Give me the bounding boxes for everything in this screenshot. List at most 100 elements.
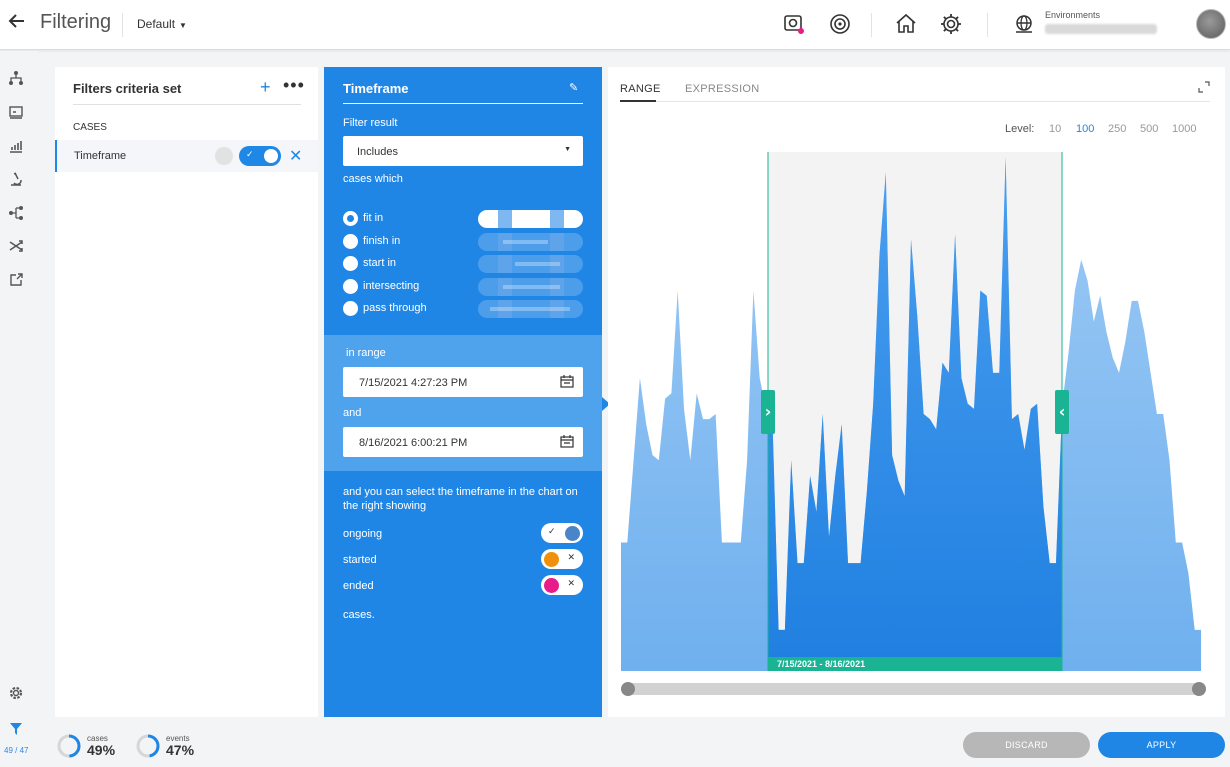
option-label: finish in — [363, 235, 401, 247]
top-bar: Filtering Default ▼ Environments — [0, 0, 1230, 50]
snapshot-icon[interactable] — [782, 12, 806, 36]
tab-range[interactable]: RANGE — [620, 83, 661, 95]
timeframe-description: and you can select the timeframe in the … — [343, 486, 578, 512]
check-icon: ✓ — [548, 526, 556, 536]
expand-icon[interactable] — [1198, 81, 1210, 93]
cases-progress-ring — [57, 734, 81, 758]
radio-button[interactable] — [343, 211, 358, 226]
option-start-in[interactable]: start in — [343, 255, 583, 273]
intersecting-diagram-icon — [478, 278, 583, 296]
radio-button[interactable] — [343, 301, 358, 316]
and-label: and — [343, 407, 362, 419]
toggle-knob — [264, 149, 278, 163]
scrollbar-left-handle[interactable] — [621, 682, 635, 696]
criteria-item-timeframe[interactable]: Timeframe ✓ ✕ — [55, 140, 318, 172]
level-option-500[interactable]: 500 — [1140, 123, 1158, 135]
environments-label: Environments — [1045, 10, 1101, 20]
level-option-10[interactable]: 10 — [1049, 123, 1061, 135]
filter-icon[interactable] — [8, 721, 24, 737]
tab-expression[interactable]: EXPRESSION — [685, 83, 760, 95]
switch-knob — [544, 551, 559, 567]
remove-filter-icon[interactable]: ✕ — [289, 146, 302, 166]
cases-which-label: cases which — [343, 173, 403, 185]
level-option-100[interactable]: 100 — [1076, 123, 1094, 135]
section-label: CASES — [73, 122, 107, 133]
switch-knob — [544, 577, 559, 593]
scrollbar-right-handle[interactable] — [1192, 682, 1206, 696]
fit-in-diagram-icon — [478, 210, 583, 228]
filter-result-value: Includes — [357, 146, 398, 158]
timeframe-panel: Timeframe ✎ Filter result Includes ▼ case… — [324, 67, 610, 717]
option-fit-in[interactable]: fit in — [343, 210, 583, 228]
gear-icon[interactable] — [939, 12, 963, 36]
option-finish-in[interactable]: finish in — [343, 233, 583, 251]
start-date-input[interactable]: 7/15/2021 4:27:23 PM — [343, 367, 583, 397]
settings-icon[interactable] — [8, 685, 24, 701]
target-icon[interactable] — [828, 12, 852, 36]
divider — [73, 104, 301, 105]
left-rail — [0, 51, 38, 767]
end-date-value: 8/16/2021 6:00:21 PM — [359, 437, 468, 449]
globe-icon[interactable] — [1012, 12, 1036, 36]
radio-button[interactable] — [343, 234, 358, 249]
chevron-down-icon: ▼ — [179, 21, 187, 30]
ongoing-switch[interactable]: ✓ — [541, 523, 583, 543]
pass-through-diagram-icon — [478, 300, 583, 318]
preset-dropdown[interactable]: Default ▼ — [137, 17, 187, 31]
criteria-enabled-toggle[interactable]: ✓ — [239, 146, 281, 166]
radio-button[interactable] — [343, 256, 358, 271]
microscope-icon[interactable] — [8, 171, 24, 187]
title-underline — [343, 103, 583, 104]
apply-button[interactable]: APPLY — [1098, 732, 1225, 758]
selection-range-label: 7/15/2021 - 8/16/2021 — [777, 659, 865, 669]
ended-switch[interactable]: ✕ — [541, 575, 583, 595]
chevron-down-icon: ▼ — [564, 146, 571, 153]
dashboard-icon[interactable] — [8, 104, 24, 120]
started-switch[interactable]: ✕ — [541, 549, 583, 569]
preset-label: Default — [137, 17, 176, 31]
option-pass-through[interactable]: pass through — [343, 300, 583, 318]
events-progress-ring — [136, 734, 160, 758]
option-intersecting[interactable]: intersecting — [343, 278, 583, 296]
app-title: Filtering — [40, 11, 112, 33]
process-map-icon[interactable] — [8, 70, 24, 86]
chart-panel: RANGE EXPRESSION Level: 10 100 250 500 1… — [608, 67, 1225, 717]
shuffle-icon[interactable] — [8, 238, 24, 254]
svg-text:›: › — [765, 402, 772, 421]
timeframe-title: Timeframe — [343, 81, 409, 96]
check-icon: ✓ — [246, 149, 254, 159]
cases-value: 49% — [87, 742, 116, 758]
svg-text:‹: ‹ — [1059, 402, 1066, 421]
ended-label: ended — [343, 580, 374, 592]
close-icon: ✕ — [567, 578, 575, 588]
chart-icon[interactable] — [8, 138, 24, 154]
filter-result-select[interactable]: Includes ▼ — [343, 136, 583, 166]
level-option-1000[interactable]: 1000 — [1172, 123, 1196, 135]
back-arrow-icon[interactable] — [8, 12, 28, 34]
selection-end-handle[interactable]: ‹ — [1055, 390, 1069, 434]
more-options-icon[interactable]: ••• — [283, 75, 305, 96]
criteria-item-label: Timeframe — [74, 150, 127, 162]
avatar[interactable] — [1196, 9, 1226, 39]
branches-icon[interactable] — [8, 205, 24, 221]
edit-pencil-icon[interactable]: ✎ — [569, 81, 578, 94]
end-date-input[interactable]: 8/16/2021 6:00:21 PM — [343, 427, 583, 457]
selection-start-handle[interactable]: › — [761, 390, 775, 434]
home-icon[interactable] — [894, 12, 918, 36]
radio-button[interactable] — [343, 279, 358, 294]
timeframe-area-chart[interactable]: 7/15/2021 - 8/16/2021 › ‹ — [621, 152, 1206, 672]
level-option-250[interactable]: 250 — [1108, 123, 1126, 135]
status-dot-icon — [215, 147, 233, 165]
discard-button[interactable]: DISCARD — [963, 732, 1090, 758]
add-filter-icon[interactable]: + — [260, 77, 271, 98]
calendar-icon[interactable] — [560, 375, 574, 388]
divider — [122, 13, 123, 37]
environment-value[interactable] — [1045, 24, 1157, 34]
tab-divider — [620, 101, 1210, 102]
level-label: Level: — [1005, 123, 1035, 135]
export-icon[interactable] — [8, 272, 24, 288]
calendar-icon[interactable] — [560, 435, 574, 448]
divider — [987, 13, 988, 37]
filters-criteria-panel: Filters criteria set + ••• CASES Timefra… — [55, 67, 318, 717]
timeline-scrollbar[interactable] — [622, 683, 1200, 695]
